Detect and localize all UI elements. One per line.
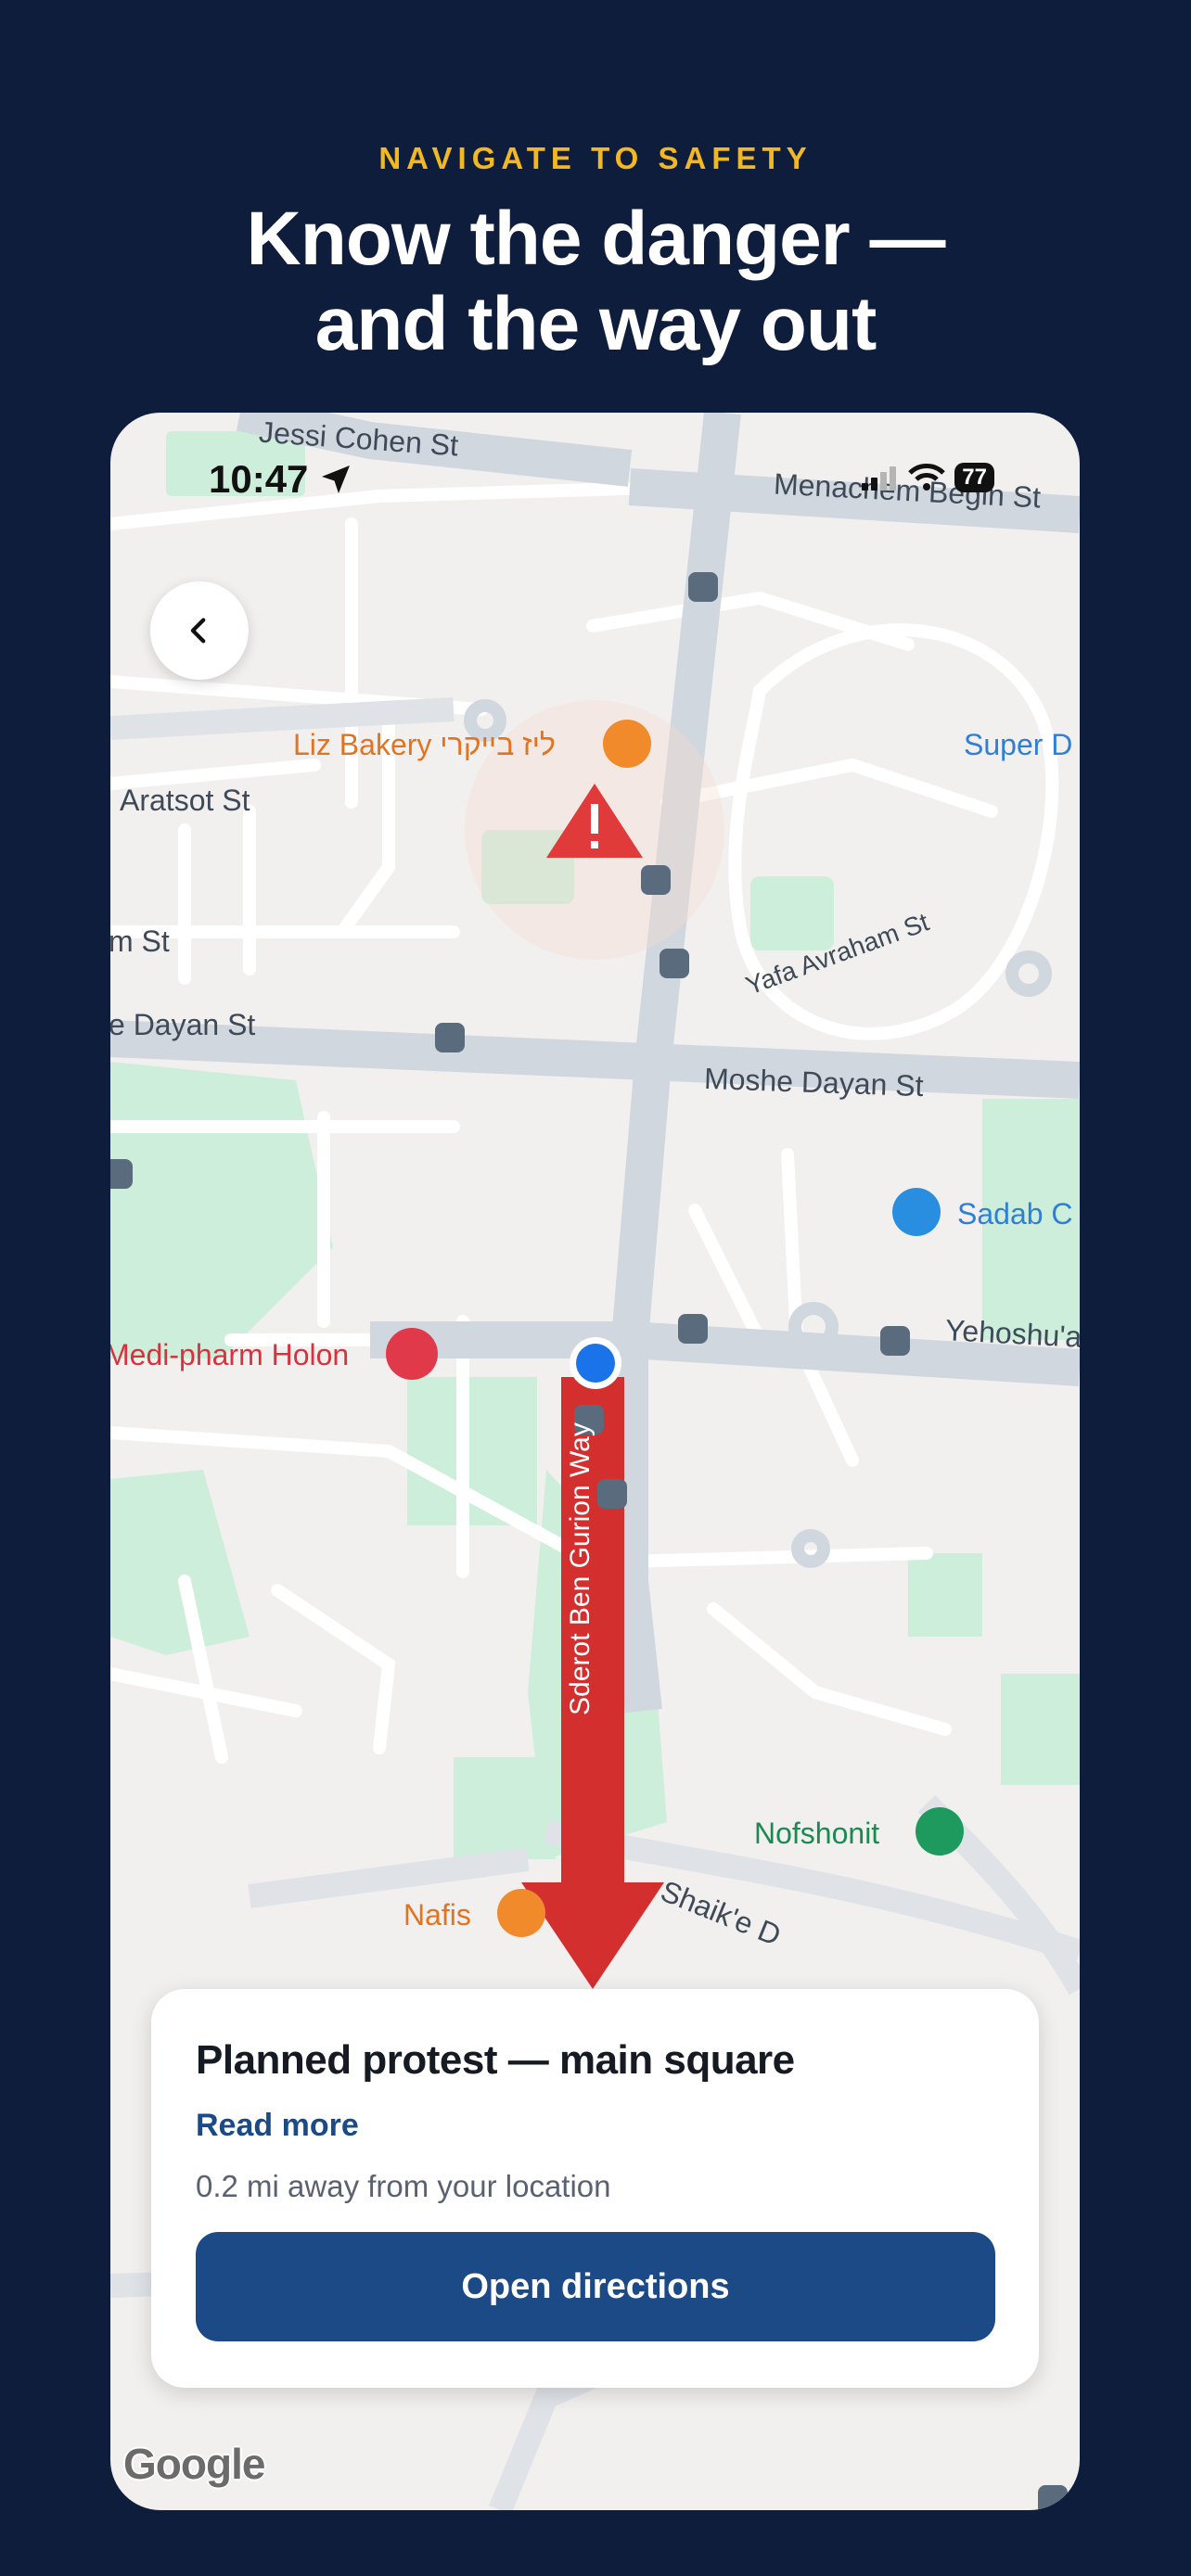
street-label: e Dayan St (110, 1008, 256, 1041)
poi-label-nafis[interactable]: Nafis (403, 1898, 471, 1932)
status-icons: 77 (862, 463, 994, 492)
eyebrow-label: NAVIGATE TO SAFETY (378, 141, 813, 175)
poi-label-nofshonit[interactable]: Nofshonit (754, 1817, 879, 1851)
read-more-link[interactable]: Read more (196, 2108, 359, 2144)
route-street-label: Sderot Ben Gurion Way (564, 1422, 596, 1715)
signal-icon (862, 466, 897, 491)
chevron-left-icon (190, 618, 206, 644)
status-time-text: 10:47 (209, 457, 309, 501)
wifi-icon (908, 464, 946, 491)
poi-label-super-d[interactable]: Super D (964, 728, 1072, 762)
poi-label-medipharm[interactable]: Medi-pharm Holon (110, 1338, 349, 1372)
battery-icon: 77 (954, 463, 994, 492)
poi-label-liz-bakery[interactable]: Liz Bakery ליז בייקרי (293, 728, 556, 762)
user-location-dot (576, 1344, 615, 1383)
restaurant-pin-nafis (497, 1889, 545, 1937)
alert-distance: 0.2 mi away from your location (196, 2169, 611, 2203)
alert-title: Planned protest — main square (196, 2037, 795, 2083)
park-pin-nofshonit (916, 1807, 964, 1855)
page-headline: Know the danger — and the way out (0, 197, 1191, 367)
headline-line-1: Know the danger — (246, 197, 946, 281)
restaurant-pin-liz (603, 720, 651, 768)
location-arrow-icon (322, 465, 351, 493)
google-logo: Google (123, 2440, 265, 2488)
street-label: Yehoshu'a (944, 1313, 1080, 1354)
poi-label-sadab[interactable]: Sadab C (957, 1197, 1073, 1231)
back-button[interactable] (150, 581, 249, 680)
alert-card: Planned protest — main square Read more … (151, 1989, 1039, 2388)
shopping-pin-sadab (892, 1188, 941, 1236)
phone-screen: Jessi Cohen St Menachem Begin St Aratsot… (110, 413, 1080, 2510)
pharmacy-pin (386, 1328, 438, 1380)
street-label: Aratsot St (120, 784, 250, 817)
street-label: m St (110, 925, 170, 958)
status-time: 10:47 (209, 457, 352, 502)
open-directions-button[interactable]: Open directions (196, 2232, 995, 2341)
headline-line-2: and the way out (314, 282, 877, 366)
